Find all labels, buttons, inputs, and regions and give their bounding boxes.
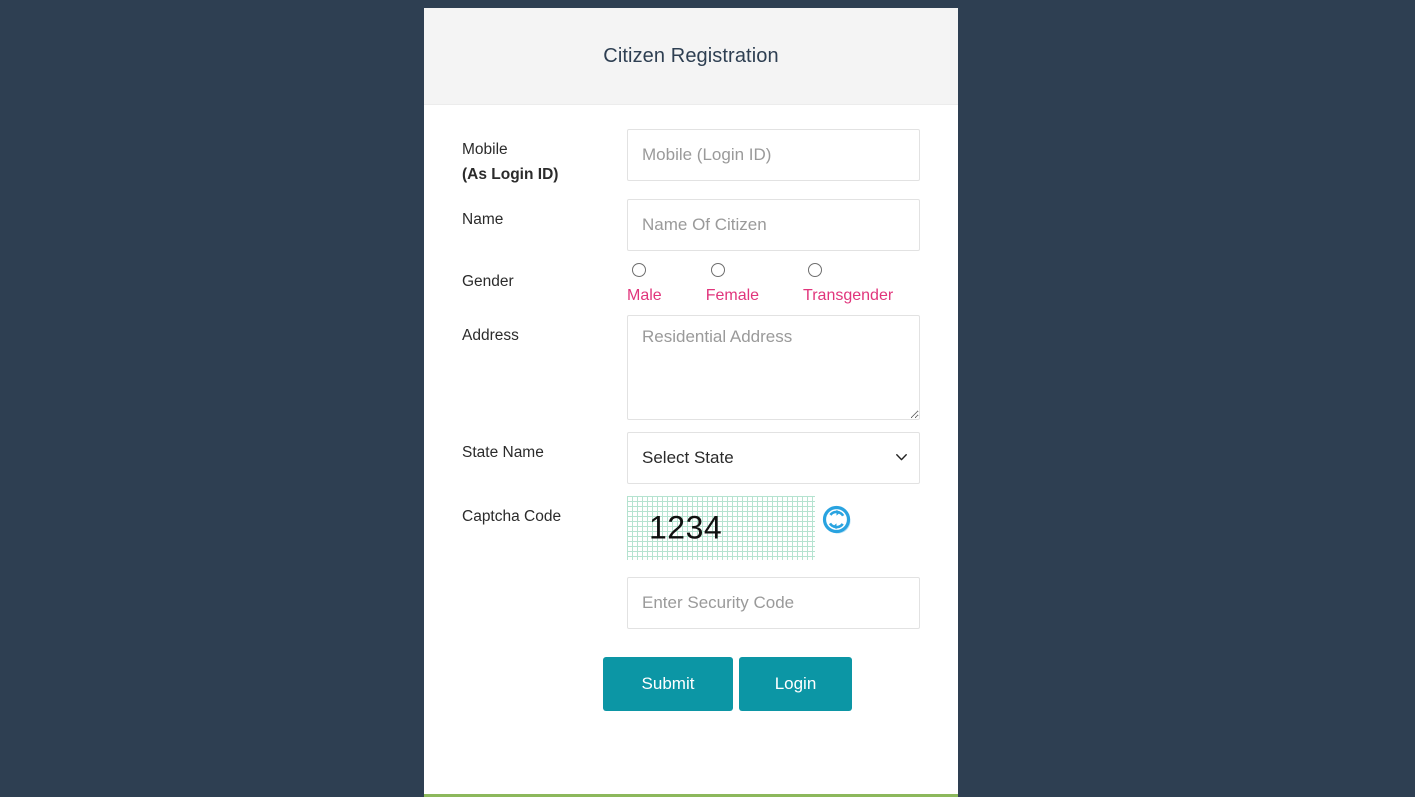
captcha-label: Captcha Code	[462, 507, 562, 525]
gender-label-male[interactable]: Male	[627, 287, 662, 305]
login-button[interactable]: Login	[739, 656, 852, 711]
registration-form: Mobile (As Login ID) Name Gender	[424, 105, 958, 794]
address-control	[627, 314, 920, 420]
form-row-gender: Gender Male Female Transgender	[462, 261, 920, 305]
mobile-input[interactable]	[627, 129, 920, 181]
gender-control: Male Female Transgender	[627, 261, 920, 305]
mobile-control	[627, 129, 920, 181]
form-row-name: Name	[462, 198, 920, 251]
captcha-input-wrapper	[627, 576, 920, 629]
radio-female-icon[interactable]	[710, 262, 725, 277]
gender-label: Gender	[462, 272, 514, 290]
gender-label-transgender[interactable]: Transgender	[803, 287, 893, 305]
state-label: State Name	[462, 443, 544, 461]
name-label: Name	[462, 210, 504, 228]
captcha-input[interactable]	[627, 576, 920, 629]
gender-option-female[interactable]: Female	[706, 262, 759, 305]
mobile-label-text: Mobile	[462, 141, 508, 158]
form-row-address: Address	[462, 314, 920, 420]
card-header: Citizen Registration	[424, 8, 958, 105]
state-select[interactable]: Select State	[627, 431, 920, 484]
form-row-captcha: Captcha Code 1234	[462, 495, 920, 629]
state-control: Select State	[627, 431, 920, 484]
gender-label-female[interactable]: Female	[706, 287, 759, 305]
form-row-mobile: Mobile (As Login ID)	[462, 129, 920, 188]
address-textarea[interactable]	[627, 314, 920, 420]
mobile-label: Mobile (As Login ID)	[462, 129, 627, 188]
submit-button[interactable]: Submit	[603, 656, 733, 711]
radio-male-icon[interactable]	[632, 262, 646, 277]
mobile-label-note: (As Login ID)	[462, 165, 559, 183]
captcha-code-text: 1234	[649, 509, 723, 546]
registration-card: Citizen Registration Mobile (As Login ID…	[424, 8, 958, 797]
address-label: Address	[462, 326, 519, 344]
refresh-icon[interactable]	[821, 504, 853, 536]
state-select-wrapper: Select State	[627, 431, 920, 484]
captcha-image: 1234	[627, 495, 815, 560]
gender-option-transgender[interactable]: Transgender	[803, 262, 893, 305]
name-control	[627, 198, 920, 251]
captcha-control: 1234	[627, 495, 920, 629]
form-row-state: State Name Select State	[462, 431, 920, 484]
name-input[interactable]	[627, 198, 920, 251]
radio-transgender-icon[interactable]	[808, 262, 823, 277]
page-title: Citizen Registration	[603, 44, 779, 67]
form-actions: Submit Login	[603, 656, 920, 711]
gender-radio-group: Male Female Transgender	[627, 261, 920, 305]
gender-option-male[interactable]: Male	[627, 262, 662, 305]
page-background: Citizen Registration Mobile (As Login ID…	[0, 0, 1415, 797]
captcha-display-row: 1234	[627, 495, 920, 560]
